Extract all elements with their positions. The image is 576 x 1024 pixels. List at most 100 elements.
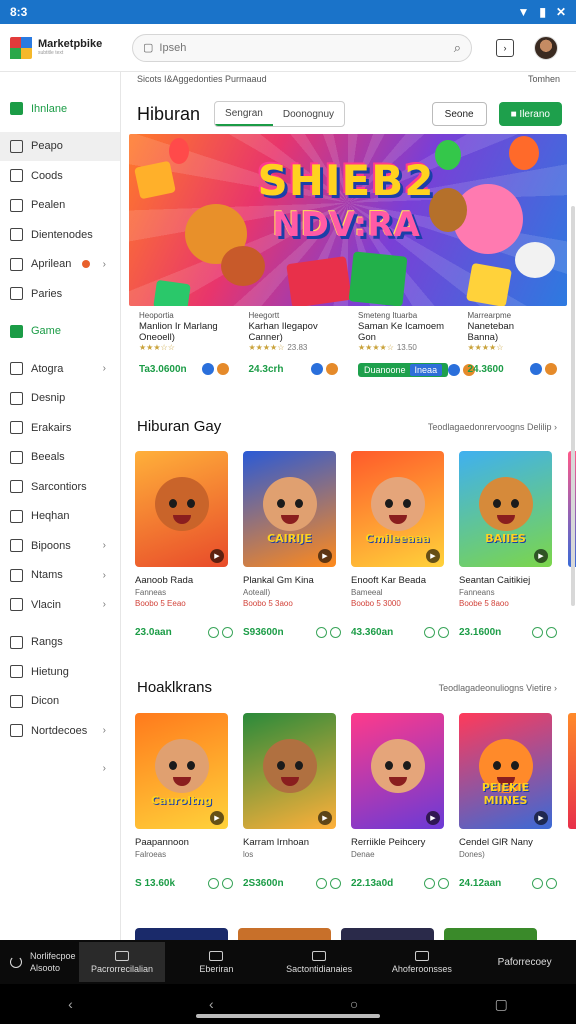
cart-icon[interactable] xyxy=(330,627,341,638)
wishlist-icon[interactable] xyxy=(424,878,435,889)
play-icon[interactable]: ▶ xyxy=(318,811,332,825)
sidebar-item[interactable]: Dientenodes xyxy=(0,220,120,250)
cart-icon[interactable] xyxy=(330,878,341,889)
gesture-pill[interactable] xyxy=(196,1014,380,1018)
bottom-tab-1[interactable]: Pacrorrecilalian xyxy=(79,942,165,982)
see-more-link[interactable]: Teodlagaedonrervoogns Delilip › xyxy=(428,422,557,432)
sidebar-item[interactable]: Dicon xyxy=(0,687,120,717)
search-bar[interactable]: ▢ ⌕ xyxy=(132,33,472,62)
bottom-tab-3[interactable]: Sactontidianaies xyxy=(268,950,371,974)
sidebar-item[interactable]: Paries xyxy=(0,279,120,309)
sidebar-item[interactable]: Desnip xyxy=(0,384,120,414)
wishlist-icon[interactable] xyxy=(208,627,219,638)
game-tile[interactable]: Cauroltng ▶ Paapannoon Falroeas S 13.60k xyxy=(135,713,233,889)
play-icon[interactable]: ▶ xyxy=(426,549,440,563)
game-tile[interactable]: BAIIES ▶ Seantan Caitikiej Fanneans Boobe 5 … xyxy=(459,451,557,638)
sidebar-item[interactable]: Erakairs xyxy=(0,413,120,443)
sidebar-item[interactable]: Game xyxy=(0,317,120,347)
sidebar-item[interactable]: Sarcontiors xyxy=(0,472,120,502)
sidebar-item[interactable]: Heqhan xyxy=(0,502,120,532)
share-icon[interactable] xyxy=(545,363,557,375)
game-thumbnail[interactable]: BAIIES ▶ xyxy=(459,451,552,567)
back-arrow-icon[interactable]: ‹ xyxy=(209,996,214,1012)
play-icon[interactable]: ▶ xyxy=(426,811,440,825)
breadcrumb-right[interactable]: Tomhen xyxy=(528,74,560,84)
sidebar-item[interactable]: Beeals xyxy=(0,443,120,473)
sidebar-item[interactable]: Ihnlane xyxy=(0,94,120,124)
game-thumbnail[interactable]: Cauroltng ▶ xyxy=(135,713,228,829)
featured-card[interactable]: Heoportia Manlion Ir Marlang Oneoell) ★★★☆☆… xyxy=(129,306,239,377)
bottom-tab-5[interactable]: Paforrecoey xyxy=(473,957,576,968)
next-card-edge[interactable] xyxy=(568,713,576,829)
play-icon[interactable]: ▶ xyxy=(318,549,332,563)
cart-icon[interactable] xyxy=(438,878,449,889)
wishlist-icon[interactable] xyxy=(316,878,327,889)
tab-sengran[interactable]: Sengran xyxy=(215,102,273,126)
game-tile[interactable]: PEIEKIE MIINES ▶ Cendel GlR Nany Dones) 24.1… xyxy=(459,713,557,889)
wishlist-icon[interactable] xyxy=(208,878,219,889)
sidebar-item[interactable]: Nortdecoes › xyxy=(0,716,120,746)
cart-icon[interactable] xyxy=(546,878,557,889)
featured-card[interactable]: Smeteng Ituarba Saman Ke Icamoem Gon ★★★★☆ 1… xyxy=(348,306,476,377)
featured-card[interactable]: Heegortt Karhan Ilegapov Canner) ★★★★☆ 23.83… xyxy=(239,306,349,377)
cart-icon[interactable] xyxy=(546,627,557,638)
sidebar-item[interactable]: Rangs xyxy=(0,628,120,658)
share-icon[interactable] xyxy=(530,363,542,375)
wishlist-icon[interactable] xyxy=(316,627,327,638)
wishlist-icon[interactable] xyxy=(424,627,435,638)
share-icon[interactable] xyxy=(201,363,214,375)
sidebar-item[interactable]: Hietung xyxy=(0,657,120,687)
install-button[interactable]: Duanoone Ineaa xyxy=(358,363,449,377)
game-thumbnail[interactable]: Cmileeaaa ▶ xyxy=(351,451,444,567)
sidebar-item[interactable]: Peapo xyxy=(0,131,120,161)
sidebar-item[interactable]: Pealen xyxy=(0,191,120,221)
bottom-tab-2[interactable]: Eberiran xyxy=(165,950,268,974)
game-thumbnail[interactable]: ▶ xyxy=(351,713,444,829)
play-icon[interactable]: ▶ xyxy=(534,811,548,825)
game-thumbnail[interactable]: ▶ xyxy=(135,451,228,567)
sidebar-item[interactable]: Coods xyxy=(0,161,120,191)
game-tile[interactable]: ▶ Aanoob Rada Fanneas Boobo 5 Eeao 23.0aan xyxy=(135,451,233,638)
sidebar-item[interactable]: Vlacin › xyxy=(0,590,120,620)
app-logo[interactable]: Marketpbike subtitle text xyxy=(0,36,122,59)
cart-icon[interactable] xyxy=(222,878,233,889)
cart-icon[interactable] xyxy=(222,627,233,638)
share-icon[interactable] xyxy=(311,363,323,375)
hero-banner[interactable]: SHIEB2 NDV:RA xyxy=(129,134,567,306)
sidebar-item[interactable]: › xyxy=(0,754,120,784)
wishlist-icon[interactable] xyxy=(532,878,543,889)
sidebar-item[interactable]: Atogra › xyxy=(0,354,120,384)
featured-card[interactable]: Marrearpme Naneteban Banna) ★★★★☆ 24.3600 xyxy=(458,306,568,377)
recents-icon[interactable]: ▢ xyxy=(495,996,508,1013)
game-thumbnail[interactable]: CAIRIJE ▶ xyxy=(243,451,336,567)
game-tile[interactable]: Cmileeaaa ▶ Enooft Kar Beada Bameeal Boobo 5… xyxy=(351,451,449,638)
breadcrumb-left[interactable]: Sicots I&Aggedonties Purmaaud xyxy=(137,74,267,84)
sidebar-item[interactable]: Ntams › xyxy=(0,561,120,591)
play-icon[interactable]: ▶ xyxy=(534,549,548,563)
see-more-link[interactable]: Teodlagadeonuliogns Vietire › xyxy=(439,683,557,693)
tab-doonognuy[interactable]: Doonognuy xyxy=(273,102,344,126)
game-thumbnail[interactable]: PEIEKIE MIINES ▶ xyxy=(459,713,552,829)
sidebar-item[interactable]: Aprilean › xyxy=(0,250,120,280)
scrollbar[interactable] xyxy=(571,206,575,606)
search-icon[interactable]: ⌕ xyxy=(454,40,461,56)
game-tile[interactable]: ▶ Rerriikle Peihcery Denae 22.13a0d xyxy=(351,713,449,889)
primary-button[interactable]: ■ Ilerano xyxy=(498,102,562,126)
share-icon[interactable] xyxy=(326,363,338,375)
play-icon[interactable]: ▶ xyxy=(210,811,224,825)
share-icon[interactable] xyxy=(216,363,229,375)
back-icon[interactable]: ‹ xyxy=(68,996,73,1012)
home-icon[interactable]: ○ xyxy=(350,996,358,1012)
play-icon[interactable]: ▶ xyxy=(210,549,224,563)
game-tile[interactable]: CAIRIJE ▶ Plankal Gm Kina Aoteall) Boobo 5 3… xyxy=(243,451,341,638)
cart-icon[interactable] xyxy=(438,627,449,638)
sidebar-item[interactable]: Bipoons › xyxy=(0,531,120,561)
game-thumbnail[interactable]: ▶ xyxy=(243,713,336,829)
search-input[interactable] xyxy=(159,41,454,54)
secondary-button[interactable]: Seone xyxy=(431,102,487,126)
game-tile[interactable]: ▶ Karram Irnhoan los 2S3600n xyxy=(243,713,341,889)
avatar[interactable] xyxy=(534,35,558,60)
bottom-tab-4[interactable]: Ahoferoonsses xyxy=(371,950,474,974)
cast-icon[interactable]: › xyxy=(496,38,514,57)
wishlist-icon[interactable] xyxy=(532,627,543,638)
